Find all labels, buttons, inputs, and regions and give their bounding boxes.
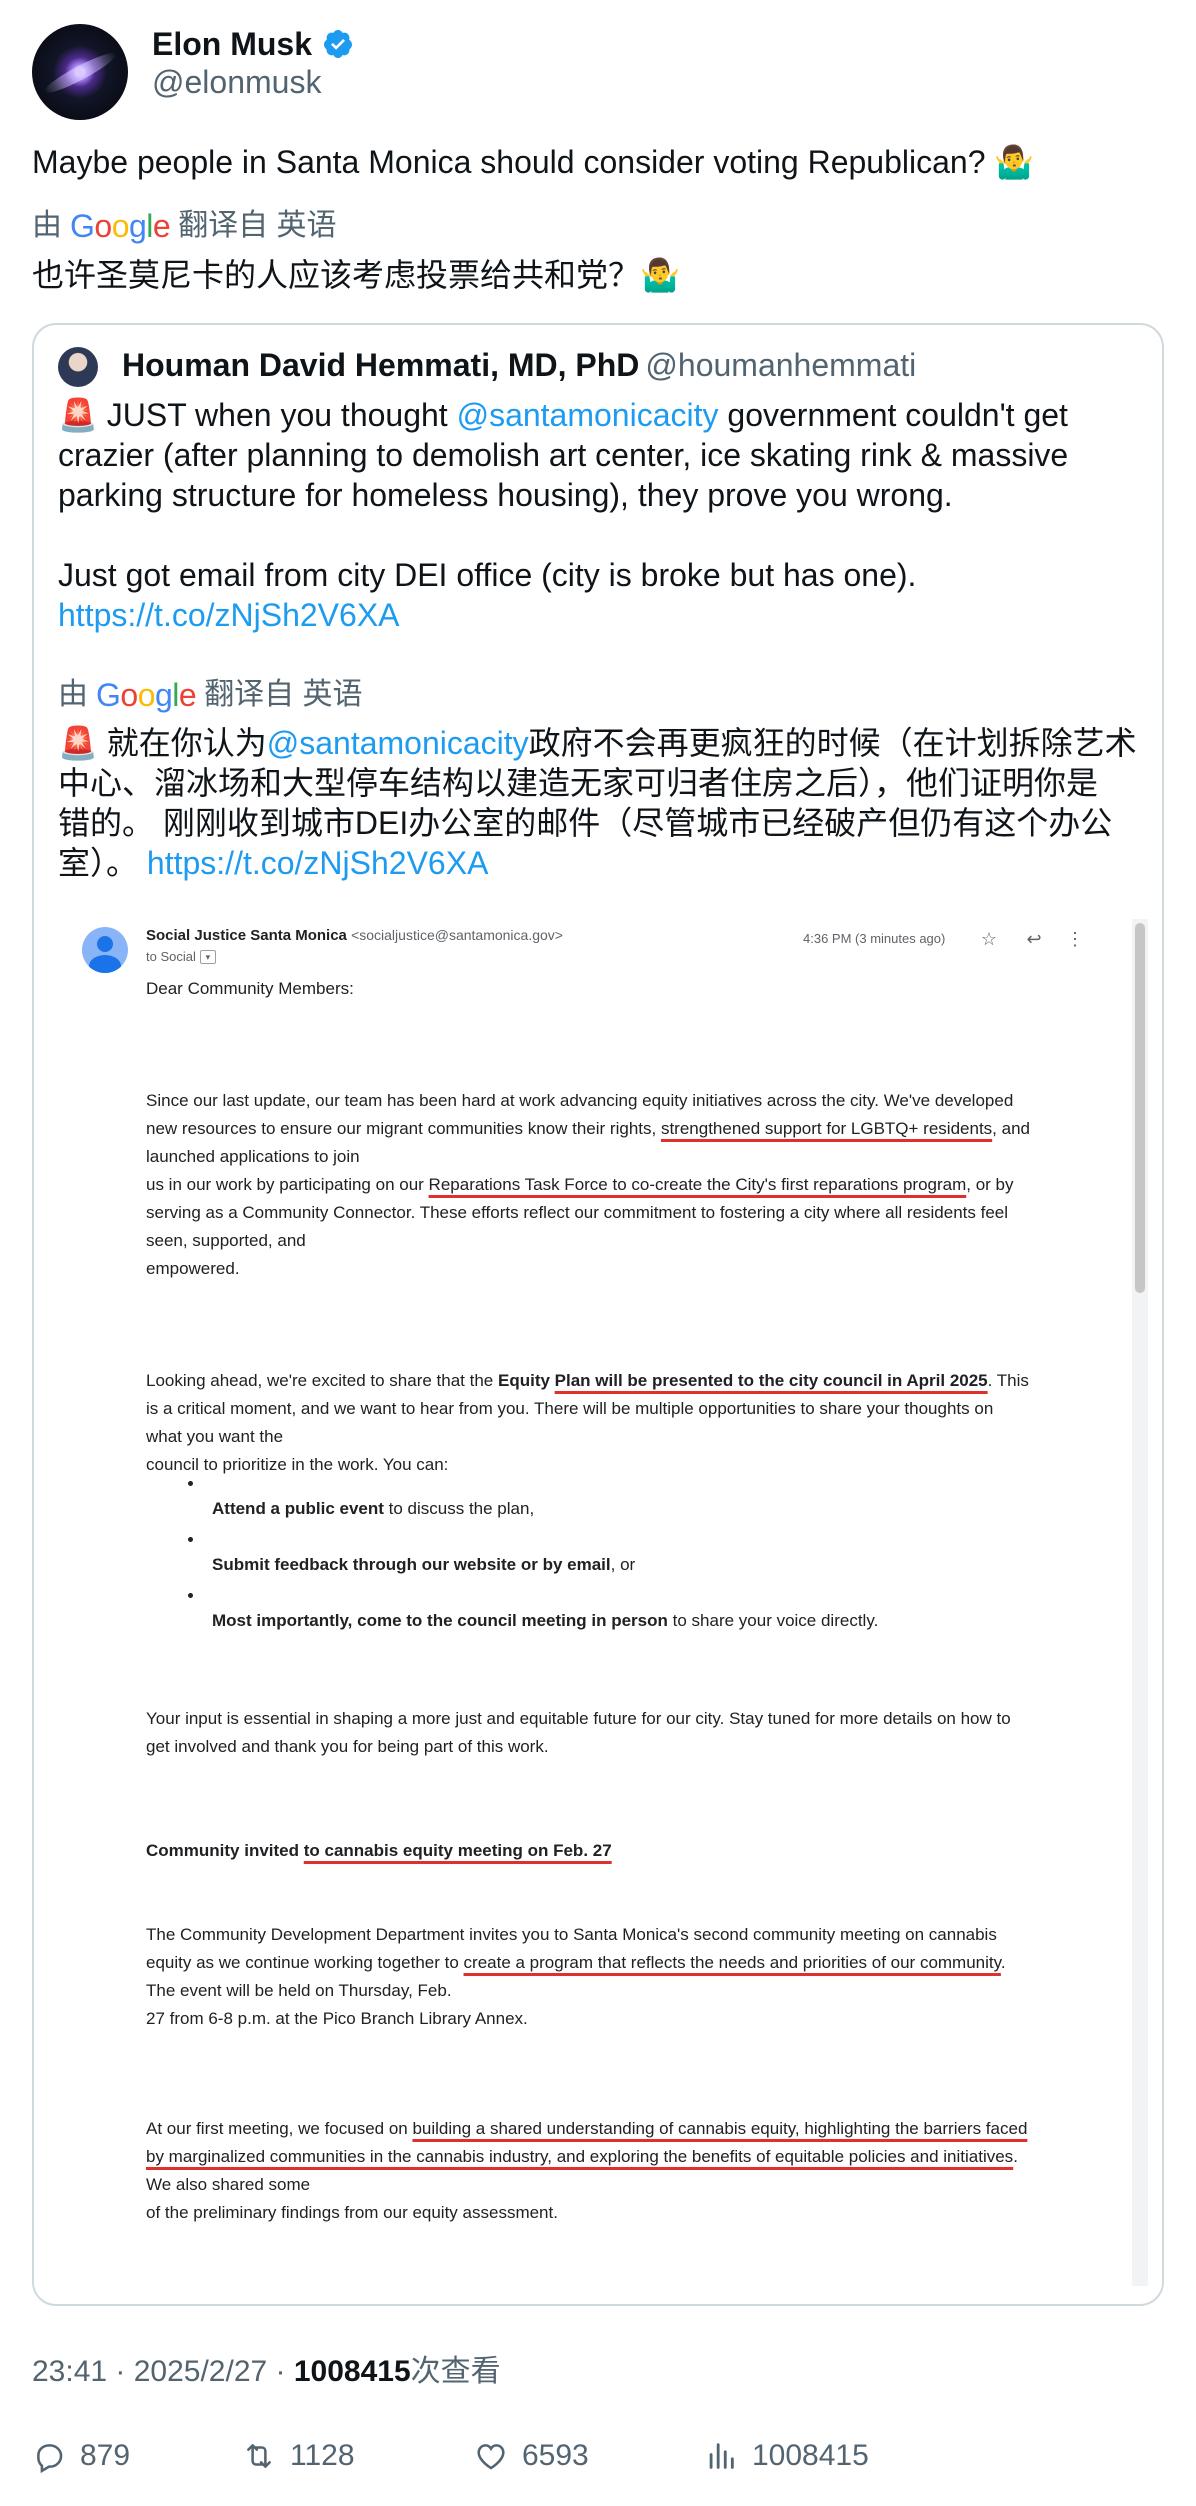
quote-body: 🚨 JUST when you thought @santamonicacity…: [58, 397, 1069, 633]
email-paragraph-5: At our first meeting, we focused on buil…: [146, 2119, 1028, 2222]
email-screenshot-image[interactable]: Social Justice Santa Monica <socialjusti…: [58, 919, 1148, 2286]
scrollbar-thumb[interactable]: [1135, 923, 1145, 1293]
translate-prefix: 由: [32, 209, 62, 242]
email-paragraph-4: The Community Development Department inv…: [146, 1925, 1006, 2028]
quoted-tweet-card[interactable]: Houman David Hemmati, MD, PhD @houmanhemm…: [32, 323, 1164, 2306]
chevron-down-icon: ▾: [199, 949, 216, 964]
like-button[interactable]: 6593: [474, 2436, 589, 2476]
views-button[interactable]: 1008415: [704, 2436, 869, 2476]
more-vertical-icon: ⋮: [1066, 929, 1084, 949]
reply-icon: ↩: [1026, 929, 1042, 949]
google-logo: Google: [70, 208, 171, 244]
email-paragraph-3: Your input is essential in shaping a mor…: [146, 1709, 1011, 1756]
tweet-meta: 23:41 · 2025/2/27 · 1008415次查看: [32, 2355, 501, 2388]
email-greeting: Dear Community Members:: [146, 979, 354, 998]
quote-author: Houman David Hemmati, MD, PhD @houmanhemm…: [122, 345, 916, 385]
like-count: 6593: [522, 2439, 589, 2472]
email-paragraph-1: Since our last update, our team has been…: [146, 1091, 1030, 1278]
views-count: 1008415: [752, 2439, 869, 2472]
retweet-button[interactable]: 1128: [242, 2436, 355, 2476]
view-count: 1008415: [293, 2355, 411, 2388]
analytics-icon: [709, 2443, 734, 2469]
translate-suffix: 翻译自 英语: [178, 209, 337, 242]
bullet-dot: [188, 1593, 198, 1603]
author-handle[interactable]: @elonmusk: [152, 62, 321, 102]
reply-icon: [37, 2444, 63, 2473]
quote-author-name: Houman David Hemmati, MD, PhD: [122, 347, 640, 383]
quote-author-avatar: [58, 347, 98, 387]
translation-attribution: 由 Google 翻译自 英语: [32, 206, 337, 246]
email-bullet-2: Submit feedback through our website or b…: [212, 1555, 636, 1574]
email-section-heading: Community invited to cannabis equity mee…: [146, 1841, 612, 1860]
email-time: 4:36 PM (3 minutes ago): [803, 931, 946, 946]
retweet-count: 1128: [290, 2439, 355, 2472]
email-scrollbar[interactable]: [1132, 919, 1148, 2286]
verified-badge-icon: [324, 30, 352, 58]
email-paragraph-2: Looking ahead, we're excited to share th…: [146, 1371, 1029, 1474]
bullet-dot: [188, 1481, 198, 1491]
email-sender: Social Justice Santa Monica <socialjusti…: [146, 927, 563, 944]
mention-link[interactable]: @santamonicacity: [457, 397, 719, 433]
quote-translated-body: 🚨 就在你认为@santamonicacity政府不会再更疯狂的时候（在计划拆除…: [58, 725, 1137, 881]
quote-translation-attribution: 由 Google 翻译自 英语: [58, 677, 363, 713]
email-recipient: to Social ▾: [146, 949, 216, 964]
author-avatar[interactable]: [32, 24, 128, 120]
reply-button[interactable]: 879: [32, 2436, 130, 2476]
email-bullet-3: Most importantly, come to the council me…: [212, 1611, 879, 1630]
quote-author-handle: @houmanhemmati: [645, 347, 917, 383]
tweet-timestamp[interactable]: 23:41 · 2025/2/27 ·: [32, 2355, 294, 2388]
sender-avatar: [82, 927, 128, 973]
email-bullet-1: Attend a public event to discuss the pla…: [212, 1499, 535, 1518]
heart-icon: [477, 2444, 505, 2470]
translated-tweet-text: 也许圣莫尼卡的人应该考虑投票给共和党？🤷‍♂️: [32, 257, 680, 293]
tweet-text: Maybe people in Santa Monica should cons…: [32, 144, 1035, 180]
mention-link[interactable]: @santamonicacity: [267, 725, 529, 761]
reply-count: 879: [80, 2439, 131, 2472]
author-name[interactable]: Elon Musk: [152, 24, 312, 64]
bullet-dot: [188, 1537, 198, 1547]
star-icon: ☆: [980, 929, 998, 949]
quote-url-link[interactable]: https://t.co/zNjSh2V6XA: [58, 597, 400, 633]
google-logo: Google: [96, 677, 197, 713]
quote-translated-url-link[interactable]: https://t.co/zNjSh2V6XA: [147, 845, 489, 881]
retweet-icon: [247, 2444, 271, 2468]
